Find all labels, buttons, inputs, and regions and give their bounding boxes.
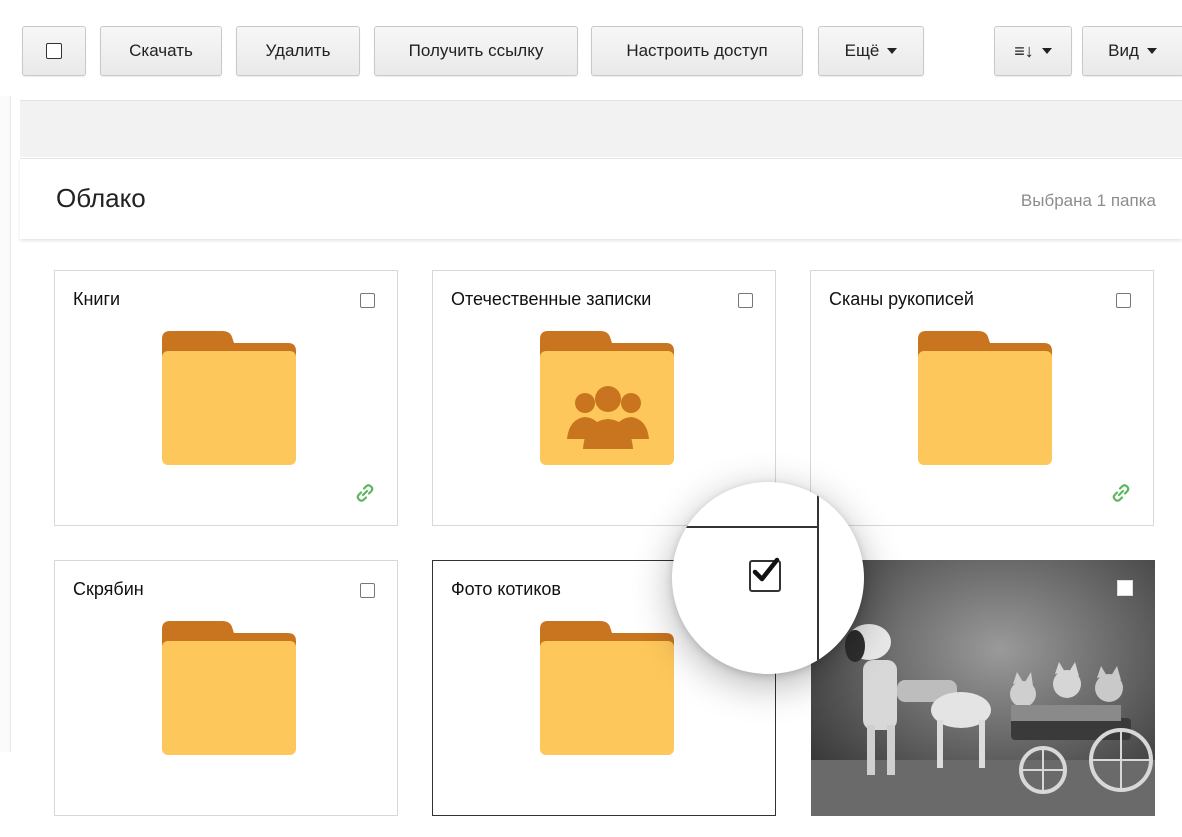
checkbox-magnifier: [672, 482, 864, 674]
view-button-label: Вид: [1108, 41, 1139, 60]
toolbar: Скачать Удалить Получить ссылку Настроит…: [0, 0, 1182, 90]
folder-name: Сканы рукописей: [829, 289, 974, 309]
sort-button[interactable]: ≡↓: [994, 26, 1072, 76]
folder-card-skryabin[interactable]: Скрябин: [54, 560, 398, 816]
folder-icon: [540, 621, 674, 755]
checkmark-icon: [752, 557, 780, 582]
breadcrumb-bar: [20, 100, 1182, 157]
checkbox-icon: [46, 43, 62, 59]
select-all-button[interactable]: [22, 26, 86, 76]
folder-icon: [162, 621, 296, 755]
left-sidebar-edge: [0, 96, 11, 752]
folder-card-skany-rukopisey[interactable]: Сканы рукописей: [810, 270, 1154, 526]
item-checkbox[interactable]: [360, 293, 375, 308]
item-checkbox[interactable]: [738, 293, 753, 308]
caret-down-icon: [1146, 48, 1157, 54]
folder-name: Скрябин: [73, 579, 144, 599]
download-button-label: Скачать: [129, 41, 193, 60]
link-icon: [1112, 484, 1130, 502]
folder-card-knigi[interactable]: Книги: [54, 270, 398, 526]
caret-down-icon: [1041, 48, 1052, 54]
page-header: Облако Выбрана 1 папка: [20, 158, 1182, 239]
folder-name: Книги: [73, 289, 121, 309]
access-settings-button-label: Настроить доступ: [626, 41, 768, 60]
delete-button-label: Удалить: [265, 41, 331, 60]
get-link-button-label: Получить ссылку: [408, 41, 544, 60]
item-checkbox[interactable]: [360, 583, 375, 598]
item-checkbox[interactable]: [1117, 580, 1133, 596]
selected-card-border: [817, 482, 819, 674]
link-icon: [356, 484, 374, 502]
page-title: Облако: [56, 183, 146, 213]
photo-card[interactable]: [811, 560, 1155, 816]
view-button[interactable]: Вид: [1082, 26, 1182, 76]
folder-card-otechestvennye-zapiski[interactable]: Отечественные записки: [432, 270, 776, 526]
more-button[interactable]: Ещё: [818, 26, 924, 76]
folder-icon: [162, 331, 296, 465]
delete-button[interactable]: Удалить: [236, 26, 360, 76]
download-button[interactable]: Скачать: [100, 26, 222, 76]
selection-status: Выбрана 1 папка: [1020, 191, 1156, 210]
shared-users-icon: [567, 386, 649, 449]
selected-checkbox[interactable]: [749, 557, 781, 592]
item-checkbox[interactable]: [1116, 293, 1131, 308]
more-button-label: Ещё: [844, 41, 880, 60]
folder-icon: [918, 331, 1052, 465]
caret-down-icon: [887, 48, 898, 54]
photo-thumbnail: [811, 560, 1155, 816]
get-link-button[interactable]: Получить ссылку: [374, 26, 578, 76]
folder-name: Фото котиков: [451, 579, 561, 599]
folder-name: Отечественные записки: [451, 289, 652, 309]
access-settings-button[interactable]: Настроить доступ: [591, 26, 803, 76]
sort-icon: ≡↓: [1014, 41, 1034, 61]
selected-card-border: [672, 526, 819, 528]
